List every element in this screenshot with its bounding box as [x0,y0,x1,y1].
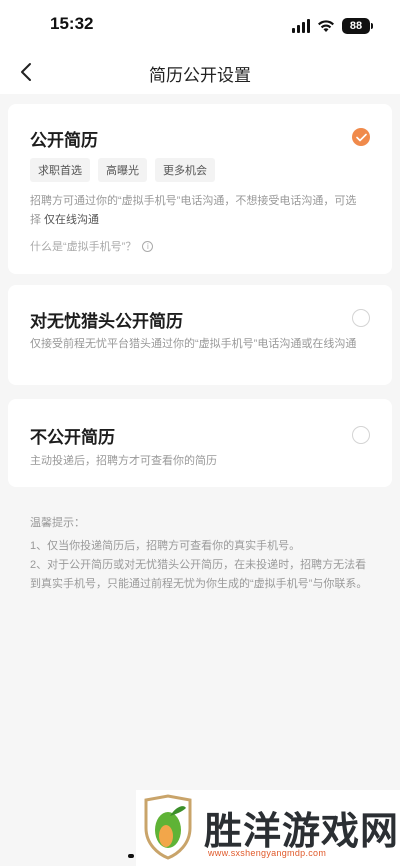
tag: 高曝光 [98,158,147,182]
wifi-icon [318,20,334,32]
option-description: 主动投递后，招聘方才可查看你的简历 [30,455,217,467]
cellular-signal-icon [292,19,310,33]
radio-unchecked-icon[interactable] [352,309,370,327]
tips-heading: 温馨提示： [30,517,85,529]
online-only-link[interactable]: 仅在线沟通 [41,214,99,226]
watermark-url: www.sxshengyangmdp.com [208,848,327,858]
status-icons: 88 [292,16,373,36]
option-description: 招聘方可通过你的“虚拟手机号”电话沟通，不想接受电话沟通，可选择 仅在线沟通 [30,192,366,230]
battery-icon: 88 [342,18,373,34]
option-title: 公开简历 [30,131,98,150]
radio-checked-icon[interactable] [352,128,370,146]
info-icon: i [142,240,154,252]
radio-unchecked-icon[interactable] [352,426,370,444]
tag: 更多机会 [155,158,215,182]
watermark-logo-icon [144,794,192,860]
watermark: 胜洋游戏网 www.sxshengyangmdp.com [136,790,400,866]
status-time: 15:32 [50,14,94,33]
what-is-text: 什么是“虚拟手机号”？ [30,241,137,253]
tip-item: 2、对于公开简历或对无忧猎头公开简历，在未投递时，招聘方无法看到真实手机号，只能… [30,559,368,590]
tip-item: 1、仅当你投递简历后，招聘方可查看你的真实手机号。 [30,540,301,552]
watermark-title: 胜洋游戏网 [204,811,400,853]
nav-bar: 简历公开设置 [0,50,400,94]
option-description: 仅接受前程无忧平台猎头通过你的“虚拟手机号”电话沟通或在线沟通 [30,338,357,350]
tag-list: 求职首选 高曝光 更多机会 [30,158,215,182]
tips-section: 温馨提示： 1、仅当你投递简历后，招聘方可查看你的真实手机号。 2、对于公开简历… [30,514,370,594]
status-bar: 15:32 88 [0,0,400,50]
option-title: 对无忧猎头公开简历 [30,312,183,331]
option-headhunter-public[interactable]: 对无忧猎头公开简历 仅接受前程无忧平台猎头通过你的“虚拟手机号”电话沟通或在线沟… [8,285,392,385]
option-private-resume[interactable]: 不公开简历 主动投递后，招聘方才可查看你的简历 [8,399,392,487]
page-title: 简历公开设置 [149,66,251,85]
tag: 求职首选 [30,158,90,182]
option-public-resume[interactable]: 公开简历 求职首选 高曝光 更多机会 招聘方可通过你的“虚拟手机号”电话沟通，不… [8,104,392,274]
home-indicator [128,854,134,858]
what-is-virtual-number-link[interactable]: 什么是“虚拟手机号”？ i [30,238,154,254]
option-title: 不公开简历 [30,428,115,447]
